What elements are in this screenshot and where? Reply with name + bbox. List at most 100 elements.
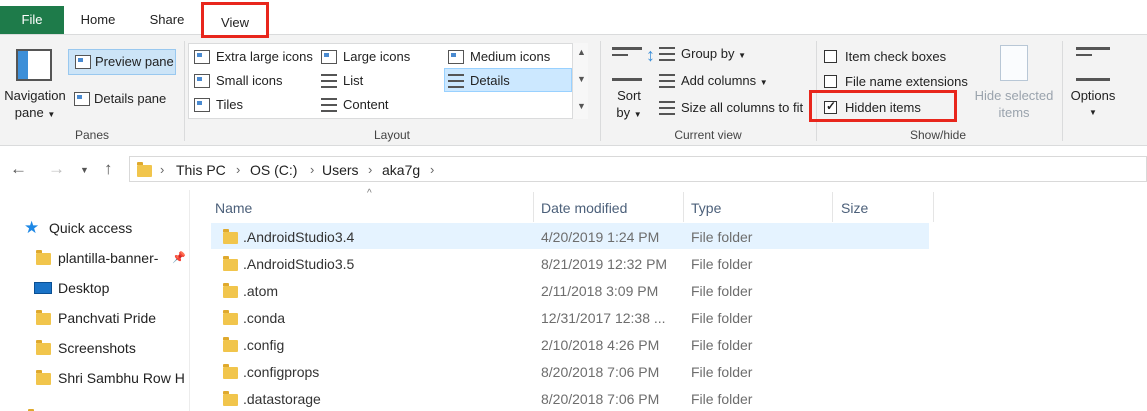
folder-icon (36, 340, 51, 355)
address-bar[interactable]: › This PC › OS (C:) › Users › aka7g › (129, 156, 1147, 182)
hide-selected-items-label: Hide selected items (970, 87, 1058, 121)
up-arrow-icon[interactable]: ↑ (104, 159, 113, 179)
chevron-right-icon[interactable]: › (430, 162, 434, 177)
file-name: .config (243, 337, 285, 353)
file-name: .AndroidStudio3.4 (243, 229, 355, 245)
tab-view[interactable]: View (201, 2, 269, 38)
add-columns-label: Add columns ▼ (681, 73, 768, 88)
preview-pane-button[interactable]: Preview pane (68, 49, 176, 75)
file-row[interactable]: .datastorage 8/20/2018 7:06 PM File fold… (211, 385, 929, 411)
layout-small-icons[interactable]: Small icons (192, 71, 318, 91)
item-check-boxes-checkbox[interactable] (824, 50, 837, 63)
scroll-up-icon[interactable]: ▲ (577, 47, 586, 57)
nav-item-screenshots[interactable]: Screenshots (0, 335, 189, 361)
file-name-extensions-option[interactable]: File name extensions (822, 72, 972, 92)
extra-large-icons-label: Extra large icons (216, 49, 313, 64)
details-pane-icon (74, 92, 90, 106)
add-columns-button[interactable]: Add columns ▼ (659, 70, 779, 92)
tab-home[interactable]: Home (64, 6, 132, 34)
tab-share[interactable]: Share (136, 6, 198, 34)
file-row[interactable]: .configprops 8/20/2018 7:06 PM File fold… (211, 358, 929, 384)
size-all-columns-button[interactable]: Size all columns to fit (659, 97, 811, 119)
nav-item-desktop[interactable]: Desktop (0, 275, 189, 301)
recent-locations-icon[interactable]: ▼ (80, 165, 89, 175)
nav-item-panchvati[interactable]: Panchvati Pride (0, 305, 189, 331)
chevron-right-icon[interactable]: › (368, 162, 372, 177)
hide-selected-label-line1: Hide selected (974, 88, 1054, 103)
large-icons-label: Large icons (343, 49, 411, 64)
gallery-expand-icon[interactable]: ▼ (577, 101, 586, 111)
file-row[interactable]: .AndroidStudio3.4 4/20/2019 1:24 PM File… (211, 223, 929, 249)
column-divider[interactable] (832, 192, 833, 222)
small-icons-label: Small icons (216, 73, 283, 88)
breadcrumb-os-c[interactable]: OS (C:) (250, 162, 297, 178)
preview-pane-icon (75, 55, 91, 69)
column-header-size[interactable]: Size (841, 200, 868, 216)
nav-item-shri-sambhu[interactable]: Shri Sambhu Row H (0, 365, 189, 391)
back-arrow-icon[interactable]: ← (10, 159, 27, 179)
file-name: .atom (243, 283, 279, 299)
column-header-name[interactable]: Name (215, 200, 252, 216)
folder-icon (223, 337, 238, 352)
tiles-icon (194, 98, 210, 112)
nav-item-label: Shri Sambhu Row H (58, 370, 185, 386)
file-row[interactable]: .conda 12/31/2017 12:38 ... File folder (211, 304, 929, 330)
chevron-right-icon[interactable]: › (160, 162, 164, 177)
group-by-button[interactable]: Group by ▼ (659, 43, 759, 65)
file-name: .AndroidStudio3.5 (243, 256, 355, 272)
layout-content[interactable]: Content (319, 95, 441, 115)
sort-by-label-line2: by ▼ (606, 104, 652, 123)
details-pane-button[interactable]: Details pane (68, 87, 176, 111)
large-icons-icon (321, 50, 337, 64)
sort-by-label-line1: Sort (617, 88, 641, 103)
file-type: File folder (691, 229, 753, 245)
size-all-columns-label: Size all columns to fit (681, 100, 804, 115)
sort-ascending-icon: ^ (367, 188, 372, 199)
navigation-pane-label-line1: Navigation (4, 88, 66, 103)
star-icon: ★ (24, 218, 40, 237)
file-name: .datastorage (243, 391, 321, 407)
forward-arrow-icon[interactable]: → (48, 159, 65, 179)
layout-medium-icons[interactable]: Medium icons (446, 47, 570, 67)
breadcrumb-users[interactable]: Users (322, 162, 359, 178)
hide-selected-items-icon (1000, 45, 1028, 81)
breadcrumb-aka7g[interactable]: aka7g (382, 162, 420, 178)
breadcrumb-this-pc[interactable]: This PC (176, 162, 226, 178)
options-icon (1076, 47, 1110, 81)
options-label-text: Options (1070, 88, 1116, 103)
hide-selected-label-line2: items (998, 105, 1030, 120)
add-columns-icon (659, 74, 675, 88)
layout-details[interactable]: Details (446, 71, 570, 91)
size-all-columns-icon (659, 101, 675, 115)
nav-quick-access[interactable]: ★ Quick access (0, 215, 189, 241)
file-name-extensions-label: File name extensions (845, 74, 968, 89)
group-separator (1062, 41, 1063, 141)
column-divider[interactable] (933, 192, 934, 222)
file-row[interactable]: .atom 2/11/2018 3:09 PM File folder (211, 277, 929, 303)
current-view-group-label: Current view (674, 128, 742, 142)
layout-extra-large-icons[interactable]: Extra large icons (192, 47, 318, 67)
file-date: 2/11/2018 3:09 PM (541, 283, 659, 299)
nav-item-plantilla[interactable]: plantilla-banner- 📌 (0, 245, 189, 271)
hidden-items-highlight (809, 90, 957, 122)
column-header-type[interactable]: Type (691, 200, 721, 216)
layout-tiles[interactable]: Tiles (192, 95, 318, 115)
column-divider[interactable] (683, 192, 684, 222)
file-name-extensions-checkbox[interactable] (824, 75, 837, 88)
chevron-right-icon[interactable]: › (236, 162, 240, 177)
column-header-date-modified[interactable]: Date modified (541, 200, 627, 216)
folder-icon (223, 256, 238, 271)
navigation-pane: ★ Quick access plantilla-banner- 📌 Deskt… (0, 190, 190, 411)
item-check-boxes-option[interactable]: Item check boxes (822, 47, 962, 67)
chevron-right-icon[interactable]: › (310, 162, 314, 177)
file-row[interactable]: .AndroidStudio3.5 8/21/2019 12:32 PM Fil… (211, 250, 929, 276)
scroll-down-icon[interactable]: ▼ (577, 74, 586, 84)
tab-file[interactable]: File (0, 6, 64, 34)
layout-gallery-scroller[interactable]: ▲ ▼ ▼ (572, 43, 588, 119)
file-row[interactable]: .config 2/10/2018 4:26 PM File folder (211, 331, 929, 357)
layout-large-icons[interactable]: Large icons (319, 47, 441, 67)
file-type: File folder (691, 283, 753, 299)
column-divider[interactable] (533, 192, 534, 222)
file-type: File folder (691, 391, 753, 407)
layout-list[interactable]: List (319, 71, 441, 91)
